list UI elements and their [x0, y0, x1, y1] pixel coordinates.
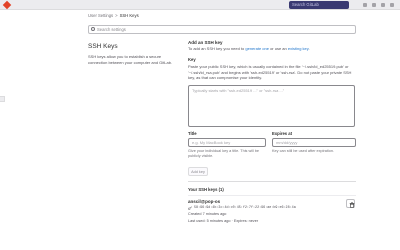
delete-key-button[interactable]	[346, 199, 355, 208]
breadcrumb-ssh-keys[interactable]: SSH Keys	[120, 13, 139, 18]
navbar-icons	[363, 3, 394, 7]
add-key-heading: Add an SSH key	[188, 40, 223, 45]
key-icon	[188, 206, 192, 210]
global-search-input[interactable]: Search GitLab	[289, 1, 349, 9]
avatar[interactable]	[390, 3, 394, 7]
add-key-intro-middle: or use an	[268, 46, 288, 51]
ssh-key-last-used: Last used: 5 minutes ago	[188, 219, 231, 223]
ssh-key-name[interactable]: anscil@pop-os	[188, 199, 220, 204]
key-textarea[interactable]	[188, 85, 355, 127]
add-key-intro-end: .	[308, 46, 310, 51]
expires-help-text: Key can still be used after expiration.	[272, 149, 335, 153]
page-description: SSH keys allow you to establish a secure…	[88, 54, 173, 65]
add-key-intro: To add an SSH key you need to generate o…	[188, 46, 310, 51]
ssh-key-fingerprint: 58:96:9d:4b:3c:4d:c0:45:f2:7f:22:96:ae:b…	[194, 206, 296, 210]
ssh-key-created: Created 7 minutes ago	[188, 212, 227, 216]
generate-key-link[interactable]: generate one	[245, 46, 269, 51]
sidebar-expand-handle[interactable]	[0, 96, 5, 102]
title-input[interactable]	[188, 138, 266, 147]
title-help-text: Give your individual key a title. This w…	[188, 149, 260, 158]
your-keys-title: Your SSH keys (1)	[188, 187, 224, 192]
page-title: SSH Keys	[88, 43, 118, 50]
existing-key-link[interactable]: existing key	[288, 46, 309, 51]
top-navbar: Search GitLab	[0, 0, 400, 10]
trash-icon	[349, 201, 354, 208]
breadcrumb: User Settings > SSH Keys	[88, 13, 139, 18]
expires-input[interactable]	[272, 138, 356, 147]
ssh-key-expires: Expires: never	[233, 219, 259, 223]
expires-label: Expires at	[272, 131, 293, 136]
add-key-intro-text: To add an SSH key you need to	[188, 46, 246, 51]
ssh-key-usage: Last used: 5 minutes ago · Expires: neve…	[188, 219, 258, 223]
breadcrumb-user-settings[interactable]: User Settings	[88, 13, 113, 18]
todos-icon[interactable]	[381, 3, 385, 7]
issues-icon[interactable]	[363, 3, 367, 7]
merge-requests-icon[interactable]	[372, 3, 376, 7]
search-icon	[91, 27, 95, 31]
keys-list-divider	[188, 195, 356, 196]
key-help-text: Paste your public SSH key, which is usua…	[188, 64, 352, 81]
settings-search-box	[88, 25, 356, 34]
breadcrumb-separator: >	[115, 13, 118, 18]
key-label: Key	[188, 57, 196, 62]
settings-search-input[interactable]	[97, 26, 347, 33]
gitlab-logo-icon[interactable]	[2, 0, 12, 10]
section-divider	[188, 181, 356, 182]
title-label: Title	[188, 131, 197, 136]
add-key-button[interactable]: Add key	[188, 167, 208, 176]
